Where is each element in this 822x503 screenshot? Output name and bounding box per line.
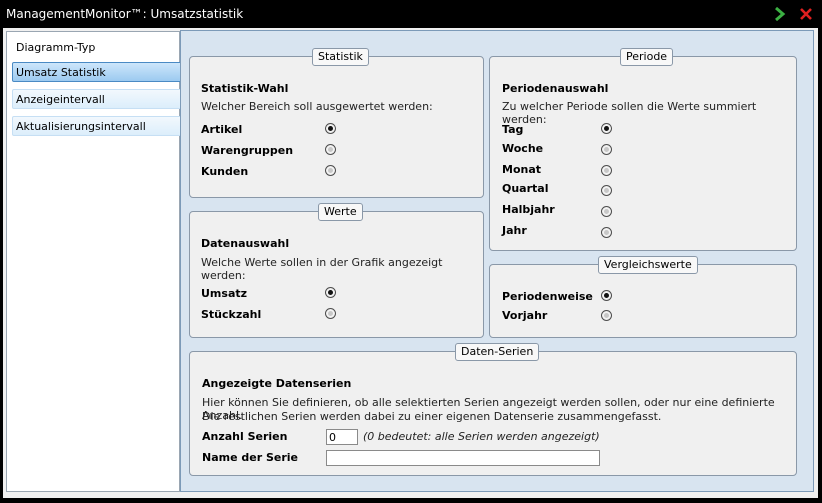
sidebar-item-diagramm-typ[interactable]: Diagramm-Typ	[13, 38, 183, 58]
group-legend: Periode	[620, 48, 674, 66]
group-description: Welcher Bereich soll ausgewertet werden:	[201, 100, 433, 113]
anzahl-serien-label: Anzahl Serien	[202, 430, 288, 443]
radio-woche[interactable]	[601, 144, 612, 155]
option-label-warengruppen[interactable]: Warengruppen	[201, 144, 293, 157]
title-bar: ManagementMonitor™: Umsatzstatistik	[0, 0, 822, 28]
radio-umsatz[interactable]	[325, 287, 336, 298]
group-periode: Periode Periodenauswahl Zu welcher Perio…	[489, 48, 797, 251]
option-label-artikel[interactable]: Artikel	[201, 123, 242, 136]
group-legend: Statistik	[312, 48, 369, 66]
option-label-woche[interactable]: Woche	[502, 142, 543, 155]
radio-tag[interactable]	[601, 123, 612, 134]
anzahl-serien-hint: (0 bedeutet: alle Serien werden angezeig…	[363, 430, 600, 443]
group-legend: Vergleichswerte	[598, 256, 698, 274]
option-label-stueckzahl[interactable]: Stückzahl	[201, 308, 261, 321]
radio-artikel[interactable]	[325, 123, 336, 134]
name-der-serie-input[interactable]	[326, 450, 600, 466]
radio-jahr[interactable]	[601, 227, 612, 238]
group-legend: Werte	[318, 203, 363, 221]
group-title: Datenauswahl	[201, 237, 290, 250]
group-description-line2: Die restlichen Serien werden dabei zu ei…	[202, 410, 662, 423]
group-statistik: Statistik Statistik-Wahl Welcher Bereich…	[189, 48, 484, 198]
option-label-kunden[interactable]: Kunden	[201, 165, 248, 178]
sidebar-item-anzeigeintervall[interactable]: Anzeigeintervall	[12, 89, 182, 109]
group-description: Zu welcher Periode sollen die Werte summ…	[502, 100, 757, 126]
radio-quartal[interactable]	[601, 185, 612, 196]
anzahl-serien-input[interactable]	[326, 429, 358, 445]
group-legend: Daten-Serien	[455, 343, 540, 361]
radio-kunden[interactable]	[325, 165, 336, 176]
option-label-vorjahr[interactable]: Vorjahr	[502, 309, 547, 322]
close-icon	[800, 8, 812, 20]
group-daten-serien: Daten-Serien Angezeigte Datenserien Hier…	[189, 343, 797, 476]
name-der-serie-label: Name der Serie	[202, 451, 299, 464]
option-label-umsatz[interactable]: Umsatz	[201, 287, 247, 300]
confirm-button[interactable]	[770, 4, 790, 24]
close-button[interactable]	[796, 4, 816, 24]
option-label-monat[interactable]: Monat	[502, 163, 541, 176]
group-description: Welche Werte sollen in der Grafik angeze…	[201, 256, 443, 282]
option-label-quartal[interactable]: Quartal	[502, 182, 548, 195]
sidebar-item-aktualisierungsintervall[interactable]: Aktualisierungsintervall	[12, 116, 182, 136]
group-werte: Werte Datenauswahl Welche Werte sollen i…	[189, 203, 484, 338]
radio-periodenweise[interactable]	[601, 290, 612, 301]
radio-vorjahr[interactable]	[601, 310, 612, 321]
app-window: ManagementMonitor™: Umsatzstatistik Diag…	[0, 0, 822, 503]
sidebar: Diagramm-Typ Umsatz Statistik Anzeigeint…	[6, 31, 183, 492]
radio-warengruppen[interactable]	[325, 144, 336, 155]
option-label-jahr[interactable]: Jahr	[502, 224, 527, 237]
radio-stueckzahl[interactable]	[325, 308, 336, 319]
group-title: Statistik-Wahl	[201, 82, 289, 95]
sidebar-item-umsatz-statistik[interactable]: Umsatz Statistik	[12, 62, 182, 82]
radio-monat[interactable]	[601, 165, 612, 176]
group-title: Angezeigte Datenserien	[202, 377, 352, 390]
option-label-halbjahr[interactable]: Halbjahr	[502, 203, 555, 216]
option-label-tag[interactable]: Tag	[502, 123, 523, 136]
chevron-right-icon	[775, 7, 786, 21]
window-title: ManagementMonitor™: Umsatzstatistik	[6, 7, 244, 21]
option-label-periodenweise[interactable]: Periodenweise	[502, 290, 593, 303]
window-body: Diagramm-Typ Umsatz Statistik Anzeigeint…	[3, 28, 818, 498]
group-title: Periodenauswahl	[502, 82, 609, 95]
group-vergleichswerte: Vergleichswerte Periodenweise Vorjahr	[489, 256, 797, 338]
radio-halbjahr[interactable]	[601, 206, 612, 217]
settings-panel: Statistik Statistik-Wahl Welcher Bereich…	[180, 30, 814, 492]
